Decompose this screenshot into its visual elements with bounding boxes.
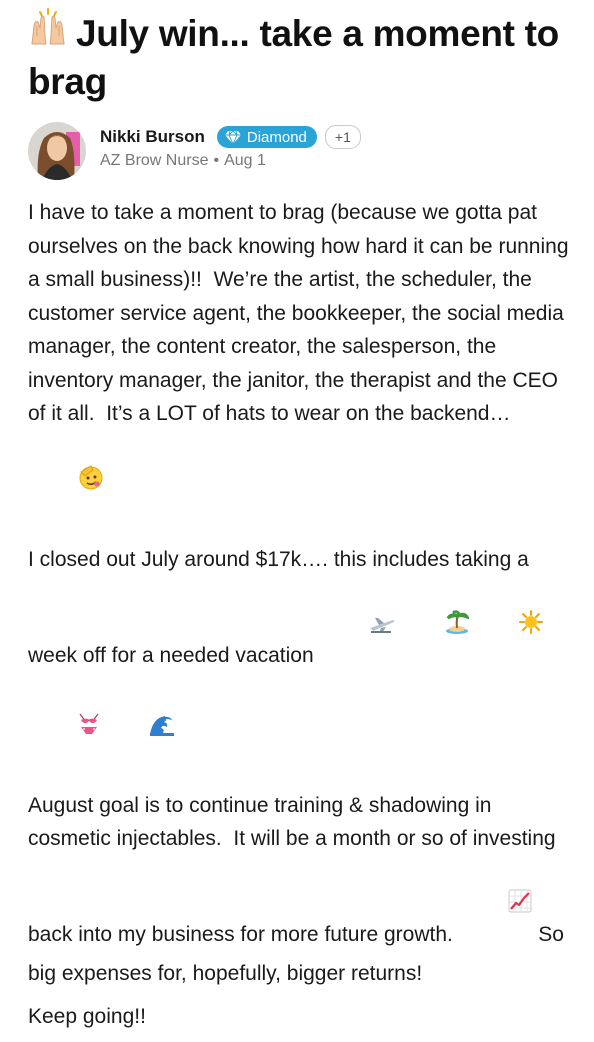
author-business: AZ Brow Nurse — [100, 152, 209, 169]
chart-increasing-icon — [462, 856, 533, 958]
airplane-icon — [323, 578, 396, 679]
paragraph: August goal is to continue training & sh… — [28, 789, 576, 991]
avatar[interactable] — [28, 122, 86, 180]
extra-badges-chip[interactable]: +1 — [324, 125, 361, 149]
author-meta: Nikki Burson Diamond +1 AZ Brow Nurse • Au… — [100, 124, 361, 170]
saluting-face-icon — [31, 431, 104, 535]
paragraph-text: Keep going!! — [28, 1004, 146, 1028]
wave-icon — [103, 678, 176, 780]
raised-hands-icon — [28, 6, 72, 58]
palm-island-icon — [398, 577, 471, 679]
paragraph: I closed out July around $17k…. this inc… — [28, 543, 576, 780]
sun-icon — [472, 577, 543, 679]
paragraph-text: I have to take a moment to brag (because… — [28, 201, 575, 425]
author-block: Nikki Burson Diamond +1 AZ Brow Nurse • Au… — [28, 122, 576, 184]
post-body: I have to take a moment to brag (because… — [28, 196, 576, 1033]
post-title: July win... take a moment to brag — [28, 6, 576, 106]
author-name-line: Nikki Burson Diamond +1 — [100, 124, 361, 150]
author-subline: AZ Brow Nurse • Aug 1 — [100, 152, 361, 170]
post-date: Aug 1 — [224, 152, 266, 169]
separator: • — [213, 152, 220, 169]
bikini-icon — [31, 678, 100, 780]
diamond-icon — [224, 130, 241, 144]
author-name[interactable]: Nikki Burson — [100, 127, 205, 147]
paragraph: I have to take a moment to brag (because… — [28, 196, 576, 534]
post: July win... take a moment to brag Nikki … — [28, 6, 576, 1042]
diamond-badge[interactable]: Diamond — [216, 126, 317, 148]
post-title-text: July win... take a moment to brag — [28, 13, 559, 102]
badge-label: Diamond — [246, 128, 307, 146]
paragraph: Keep going!! — [28, 1000, 576, 1034]
